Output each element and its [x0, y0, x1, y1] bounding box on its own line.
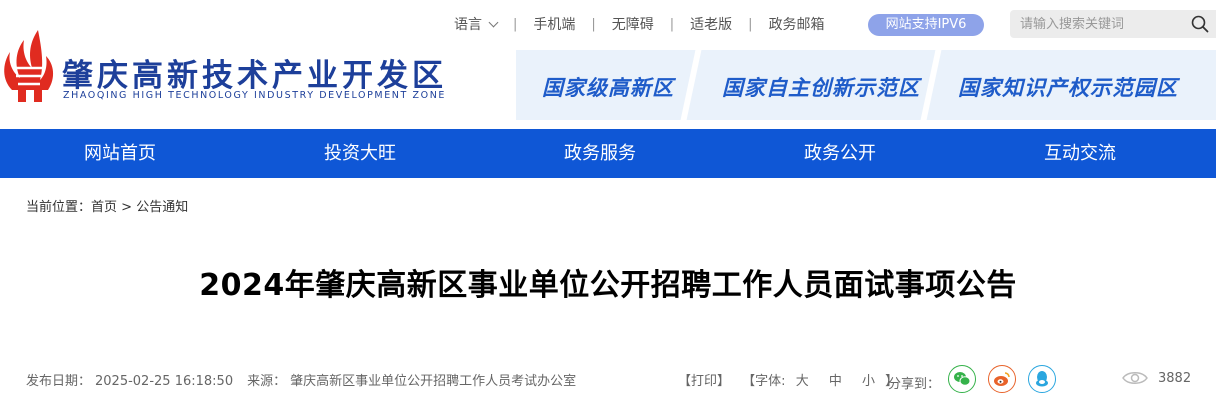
ipv6-badge[interactable]: 网站支持IPV6: [868, 14, 984, 36]
share-weibo-button[interactable]: [988, 365, 1016, 393]
nav-item-gov-disclosure[interactable]: 政务公开: [720, 129, 960, 178]
breadcrumb-home[interactable]: 首页: [91, 200, 117, 215]
banner-tag-ip-zone: 国家知识产权示范园区: [958, 76, 1178, 100]
search-input[interactable]: [1010, 10, 1180, 38]
banner-tag-national-zone: 国家级高新区: [542, 76, 674, 100]
elderly-mode-link[interactable]: 适老版: [674, 14, 748, 34]
honor-banner: 国家级高新区 国家自主创新示范区 国家知识产权示范园区: [516, 50, 1216, 120]
weibo-icon: [994, 372, 1010, 386]
page: 肇庆高新技术产业开发区 ZHAOQING HIGH TECHNOLOGY IND…: [0, 0, 1216, 400]
font-small-button[interactable]: 小: [862, 374, 875, 389]
breadcrumb-prefix: 当前位置：: [26, 200, 92, 215]
eye-icon: [1122, 372, 1148, 384]
publish-date-label: 发布日期：: [26, 374, 92, 389]
source-label: 来源：: [247, 374, 287, 389]
font-medium-button[interactable]: 中: [829, 374, 842, 389]
accessibility-link[interactable]: 无障碍: [596, 14, 670, 34]
chevron-down-icon: [488, 17, 499, 28]
divider: [680, 50, 702, 120]
logo-mark-icon: [4, 30, 54, 102]
source-value: 肇庆高新区事业单位公开招聘工作人员考试办公室: [290, 374, 577, 389]
nav-item-investment[interactable]: 投资大旺: [240, 129, 480, 178]
article-tools: 【打印】 【字体: 大 中 小 】: [678, 370, 898, 389]
breadcrumb: 当前位置：首页 > 公告通知: [26, 196, 188, 215]
publish-date: 2025-02-25 16:18:50: [95, 374, 234, 389]
language-selector[interactable]: 语言: [438, 14, 513, 34]
qq-icon: [1036, 371, 1048, 387]
nav-item-gov-services[interactable]: 政务服务: [480, 129, 720, 178]
view-count: 3882: [1158, 370, 1192, 386]
breadcrumb-current[interactable]: 公告通知: [136, 200, 188, 215]
article-title: 2024年肇庆高新区事业单位公开招聘工作人员面试事项公告: [199, 268, 1017, 303]
share-wechat-button[interactable]: [948, 365, 976, 393]
view-counter: 3882: [1122, 370, 1191, 386]
share-label: 分享到：: [888, 377, 941, 392]
site-logo-subtitle: ZHAOQING HIGH TECHNOLOGY INDUSTRY DEVELO…: [63, 90, 447, 101]
print-button[interactable]: 【打印】: [678, 374, 730, 389]
font-large-button[interactable]: 大: [796, 374, 809, 389]
gov-mail-link[interactable]: 政务邮箱: [753, 14, 841, 34]
breadcrumb-separator: >: [121, 200, 133, 215]
site-logo-title[interactable]: 肇庆高新技术产业开发区: [62, 50, 447, 95]
mobile-link[interactable]: 手机端: [517, 14, 591, 34]
top-utility-bar: 语言 | 手机端 | 无障碍 | 适老版 | 政务邮箱 网站支持IPV6: [416, 8, 1216, 38]
search-box: [1010, 10, 1216, 38]
main-nav: 网站首页 投资大旺 政务服务 政务公开 互动交流: [0, 129, 1216, 178]
article-meta: 发布日期： 2025-02-25 16:18:50 来源： 肇庆高新区事业单位公开招聘…: [26, 370, 580, 389]
search-button[interactable]: [1184, 10, 1216, 38]
nav-item-interaction[interactable]: 互动交流: [960, 129, 1200, 178]
language-label: 语言: [454, 17, 482, 33]
share-qq-button[interactable]: [1028, 365, 1056, 393]
article-container: 当前位置：首页 > 公告通知 2024年肇庆高新区事业单位公开招聘工作人员面试事…: [8, 184, 1208, 400]
wechat-icon: [954, 372, 971, 386]
banner-tag-innovation-zone: 国家自主创新示范区: [722, 76, 920, 100]
font-size-label: 【字体:: [742, 374, 786, 389]
nav-item-home[interactable]: 网站首页: [0, 129, 240, 178]
search-icon: [1191, 15, 1209, 33]
divider: [920, 50, 942, 120]
site-header: 肇庆高新技术产业开发区 ZHAOQING HIGH TECHNOLOGY IND…: [0, 0, 1216, 129]
